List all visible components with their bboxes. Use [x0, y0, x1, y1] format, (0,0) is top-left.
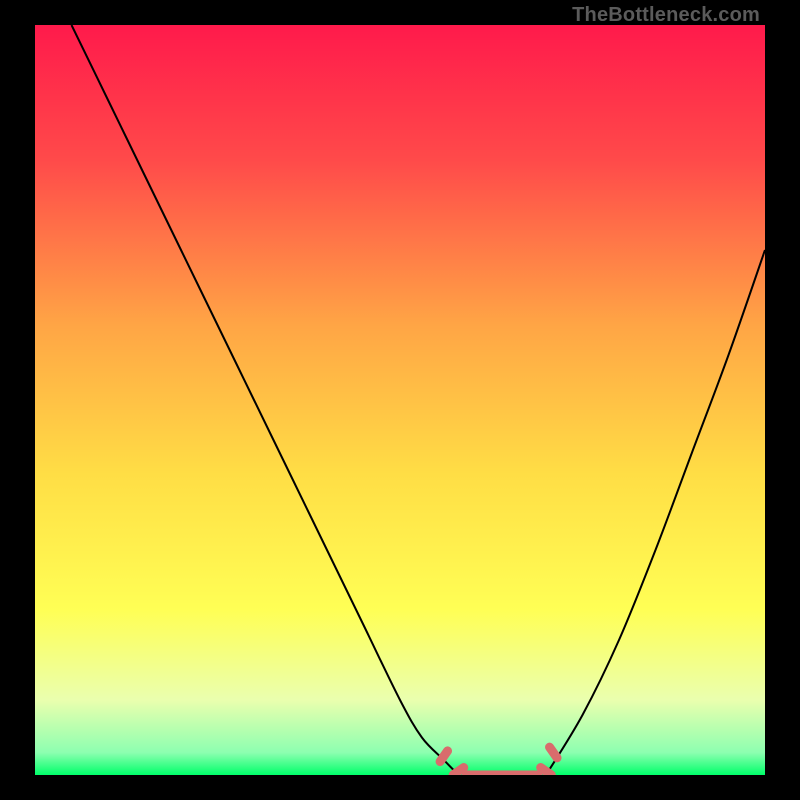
valley-marker-dashes — [440, 747, 557, 775]
valley-marker-dash — [550, 747, 557, 758]
attribution-text: TheBottleneck.com — [572, 4, 760, 27]
valley-marker-dash — [440, 751, 447, 762]
valley-marker-dash — [541, 768, 552, 775]
chart-curves — [35, 25, 765, 775]
left-branch-curve — [72, 25, 459, 775]
valley-marker-dash — [453, 768, 464, 775]
outer-frame: TheBottleneck.com — [0, 0, 800, 800]
plot-area — [35, 25, 765, 775]
right-branch-curve — [546, 250, 765, 775]
